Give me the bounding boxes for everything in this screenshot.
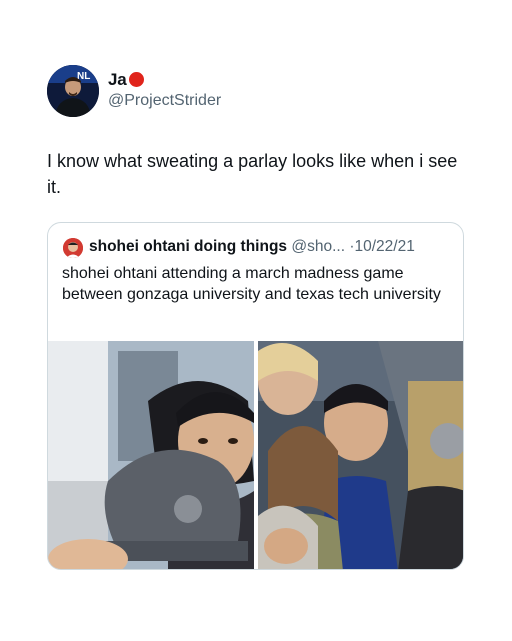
quoted-date[interactable]: 10/22/21 xyxy=(355,238,415,255)
quoted-text: shohei ohtani attending a march madness … xyxy=(62,265,441,303)
author-name[interactable]: Ja xyxy=(108,70,144,90)
photo-crowd-wide-image xyxy=(257,341,463,569)
author-handle[interactable]: @ProjectStrider xyxy=(108,92,221,110)
avatar-image: NL xyxy=(47,65,99,117)
photo-crowd-close-image xyxy=(48,341,254,569)
tweet-text: I know what sweating a parlay looks like… xyxy=(47,151,458,197)
quoted-media xyxy=(48,341,463,569)
quoted-author-name[interactable]: shohei ohtani doing things xyxy=(89,238,287,255)
quoted-avatar-image xyxy=(63,238,83,258)
author-avatar[interactable]: NL xyxy=(47,65,99,117)
quoted-tweet[interactable]: shohei ohtani doing things @sho... ·10/2… xyxy=(47,222,464,570)
photo-crowd-close[interactable] xyxy=(48,341,254,569)
quoted-author-handle[interactable]: @sho... xyxy=(291,238,345,255)
red-circle-emoji-icon xyxy=(128,72,144,87)
photo-crowd-wide[interactable] xyxy=(257,341,463,569)
quoted-header: shohei ohtani doing things @sho... ·10/2… xyxy=(89,238,415,256)
author-name-text[interactable]: Ja xyxy=(108,70,127,89)
quoted-author-avatar[interactable] xyxy=(63,238,83,258)
